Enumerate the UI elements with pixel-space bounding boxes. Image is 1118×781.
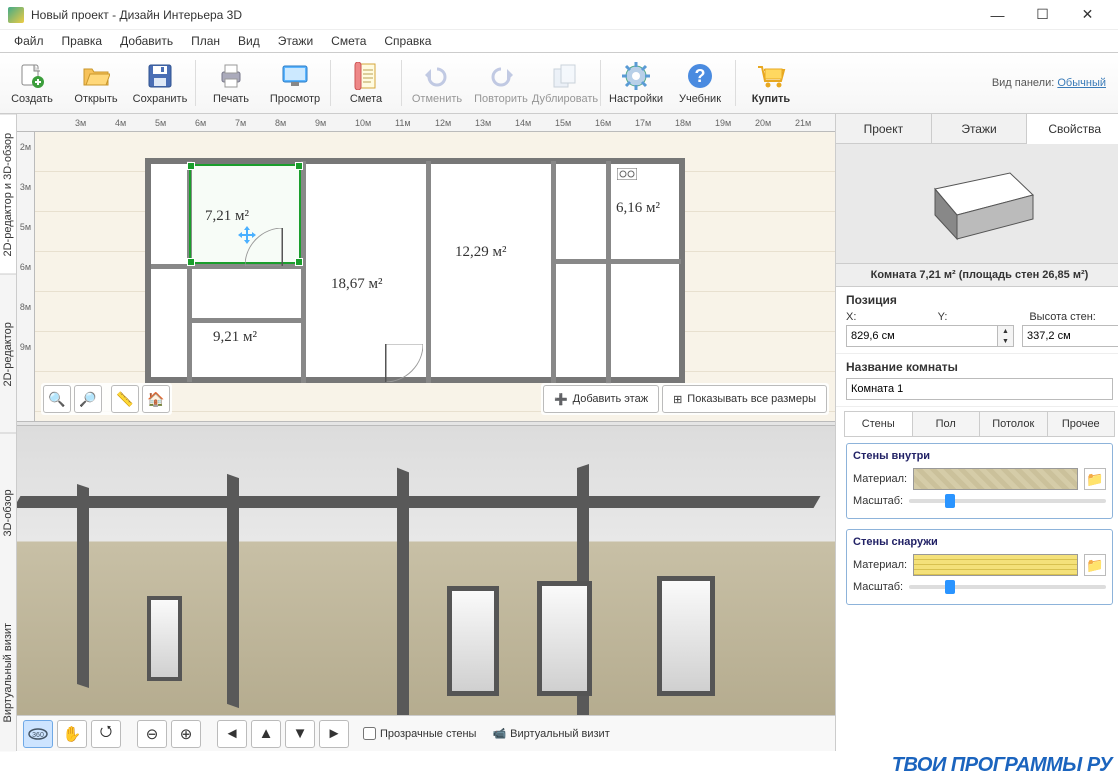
toolbar-create[interactable]: Создать: [0, 55, 64, 111]
scale-inside-slider[interactable]: [909, 499, 1106, 503]
toolbar-open[interactable]: Открыть: [64, 55, 128, 111]
panel-type-label: Вид панели:: [992, 77, 1054, 89]
menu-estimate[interactable]: Смета: [322, 32, 375, 50]
floorplan[interactable]: 7,21 м² 6,16 м² 12,29 м² 18,67 м² 9,21 м…: [145, 158, 685, 383]
menu-add[interactable]: Добавить: [111, 32, 182, 50]
toolbar-buy[interactable]: Купить: [739, 55, 803, 111]
show-dims-button[interactable]: ⊞ Показывать все размеры: [662, 385, 827, 413]
walls-outside-label: Стены снаружи: [853, 536, 1106, 548]
room-3d-thumbnail: [836, 144, 1118, 264]
reset-view-button[interactable]: ⭯: [91, 720, 121, 748]
svg-text:360: 360: [32, 732, 44, 739]
toolbar-estimate[interactable]: Смета: [334, 55, 398, 111]
ruler-button[interactable]: 📏: [111, 385, 139, 413]
material-inside-browse[interactable]: 📁: [1084, 468, 1106, 490]
pan-button[interactable]: ✋: [57, 720, 87, 748]
virtual-visit-toggle[interactable]: 📹 Виртуальный визит: [492, 727, 609, 740]
room-area-1: 7,21 м²: [205, 208, 249, 225]
close-button[interactable]: ✕: [1065, 0, 1110, 29]
plan-canvas[interactable]: 7,21 м² 6,16 м² 12,29 м² 18,67 м² 9,21 м…: [35, 132, 835, 421]
toolbar-duplicate[interactable]: Дублировать: [533, 55, 597, 111]
ruler-horizontal: 3м4м5м6м7м8м9м10м11м12м13м14м15м16м17м18…: [17, 114, 835, 132]
window-title: Новый проект - Дизайн Интерьера 3D: [31, 8, 975, 22]
room-caption: Комната 7,21 м² (площадь стен 26,85 м²): [836, 264, 1118, 287]
scale-outside-slider[interactable]: [909, 585, 1106, 589]
3d-viewport[interactable]: [17, 426, 835, 715]
properties-panel: Проект Этажи Свойства Комната 7,21 м² (п…: [835, 114, 1118, 751]
x-down[interactable]: ▼: [998, 336, 1013, 346]
subtab-floor[interactable]: Пол: [913, 412, 981, 436]
tab-project[interactable]: Проект: [836, 114, 932, 143]
toolbar-save[interactable]: Сохранить: [128, 55, 192, 111]
menu-bar: Файл Правка Добавить План Вид Этажи Смет…: [0, 30, 1118, 52]
room-area-5: 9,21 м²: [213, 329, 257, 346]
x-input[interactable]: [847, 326, 997, 346]
subtab-walls[interactable]: Стены: [845, 412, 913, 436]
panel-type-link[interactable]: Обычный: [1057, 77, 1106, 89]
home-button[interactable]: 🏠: [142, 385, 170, 413]
subtab-ceiling[interactable]: Потолок: [980, 412, 1048, 436]
material-inside-swatch[interactable]: [913, 468, 1078, 490]
room-area-4: 18,67 м²: [331, 276, 383, 293]
subtab-other[interactable]: Прочее: [1048, 412, 1115, 436]
toolbar-settings[interactable]: Настройки: [604, 55, 668, 111]
arrow-left[interactable]: ◄: [217, 720, 247, 748]
minimize-button[interactable]: —: [975, 0, 1020, 29]
main-toolbar: Создать Открыть Сохранить Печать Просмот…: [0, 52, 1118, 114]
transparent-walls-checkbox[interactable]: Прозрачные стены: [363, 727, 476, 740]
material-outside-swatch[interactable]: [913, 554, 1078, 576]
zoom-in-button[interactable]: 🔎: [74, 385, 102, 413]
toolbar-tutorial[interactable]: ?Учебник: [668, 55, 732, 111]
zoom-out-3d[interactable]: ⊖: [137, 720, 167, 748]
room-area-2: 6,16 м²: [616, 200, 660, 217]
menu-plan[interactable]: План: [182, 32, 229, 50]
walls-inside-label: Стены внутри: [853, 450, 1106, 462]
toolbar-preview[interactable]: Просмотр: [263, 55, 327, 111]
svg-text:?: ?: [695, 66, 706, 86]
x-up[interactable]: ▲: [998, 326, 1013, 336]
room-name-label: Название комнаты: [846, 360, 1113, 374]
position-label: Позиция: [846, 293, 1113, 307]
tab-properties[interactable]: Свойства: [1027, 114, 1118, 144]
arrow-up[interactable]: ▲: [251, 720, 281, 748]
toolbar-undo[interactable]: Отменить: [405, 55, 469, 111]
material-outside-browse[interactable]: 📁: [1084, 554, 1106, 576]
maximize-button[interactable]: ☐: [1020, 0, 1065, 29]
zoom-in-3d[interactable]: ⊕: [171, 720, 201, 748]
room-name-input[interactable]: [846, 378, 1113, 400]
left-tab-3d[interactable]: 3D-обзор: [0, 433, 16, 593]
left-tab-virtual[interactable]: Виртуальный визит: [0, 593, 16, 752]
y-input[interactable]: [1023, 326, 1118, 346]
menu-file[interactable]: Файл: [5, 32, 53, 50]
tab-floors[interactable]: Этажи: [932, 114, 1028, 143]
watermark: ТВОИ ПРОГРАММЫ РУ: [892, 754, 1112, 777]
left-tab-2d[interactable]: 2D-редактор: [0, 274, 16, 434]
left-tab-2d-3d[interactable]: 2D-редактор и 3D-обзор: [0, 114, 16, 274]
menu-floors[interactable]: Этажи: [269, 32, 322, 50]
menu-view[interactable]: Вид: [229, 32, 269, 50]
orbit-button[interactable]: 360: [23, 720, 53, 748]
room-area-3: 12,29 м²: [455, 244, 507, 261]
add-floor-button[interactable]: ➕ Добавить этаж: [543, 385, 659, 413]
arrow-down[interactable]: ▼: [285, 720, 315, 748]
toolbar-print[interactable]: Печать: [199, 55, 263, 111]
toolbar-redo[interactable]: Повторить: [469, 55, 533, 111]
app-icon: [8, 7, 24, 23]
menu-edit[interactable]: Правка: [53, 32, 112, 50]
arrow-right[interactable]: ►: [319, 720, 349, 748]
viewport-toolbar: 360 ✋ ⭯ ⊖ ⊕ ◄ ▲ ▼ ► Прозрачные стены 📹 В…: [17, 715, 835, 751]
menu-help[interactable]: Справка: [375, 32, 440, 50]
ruler-vertical: 2м3м5м6м8м9м: [17, 132, 35, 421]
zoom-out-button[interactable]: 🔍: [43, 385, 71, 413]
